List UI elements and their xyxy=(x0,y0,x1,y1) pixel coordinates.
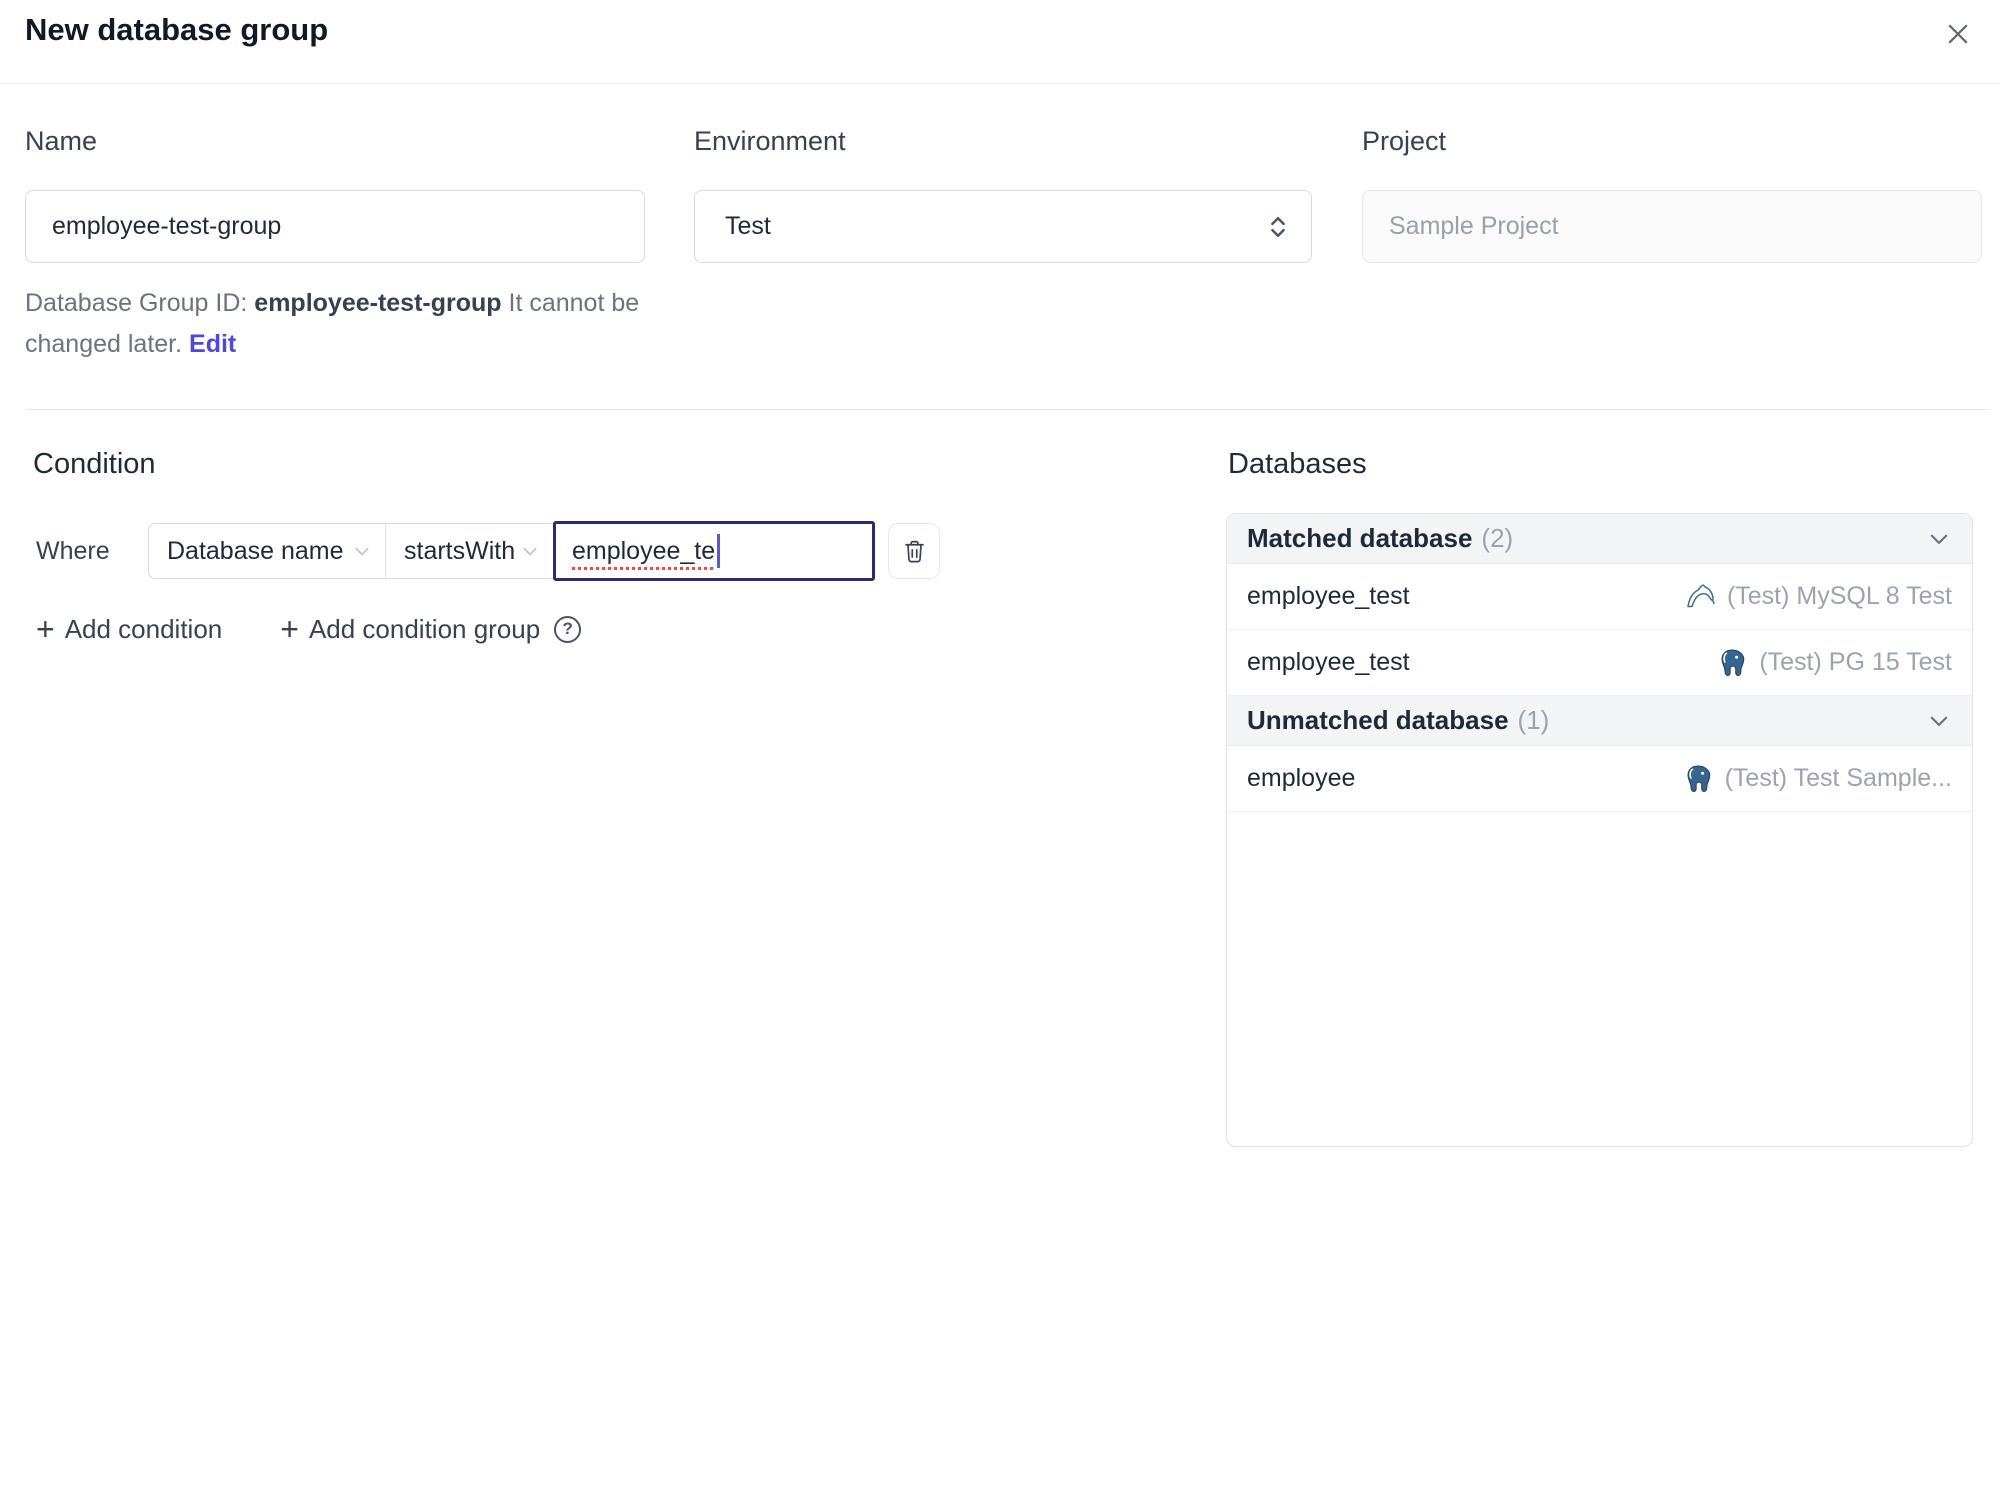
database-name: employee_test xyxy=(1247,648,1410,676)
postgresql-icon xyxy=(1716,647,1748,679)
delete-condition-button[interactable] xyxy=(888,523,940,579)
add-condition-group-label: Add condition group xyxy=(308,613,541,644)
database-instance-info: (Test) PG 15 Test xyxy=(1716,647,1952,679)
close-icon xyxy=(1943,19,1973,49)
add-condition-group-button[interactable]: + Add condition group ? xyxy=(280,611,582,647)
project-input[interactable] xyxy=(1362,190,1982,263)
new-database-group-dialog: New database group Name Environment Proj… xyxy=(0,0,2000,1500)
help-icon[interactable]: ? xyxy=(554,615,582,643)
databases-title: Databases xyxy=(1228,448,1367,480)
unmatched-database-count: (1) xyxy=(1517,705,1550,735)
chevron-down-icon xyxy=(353,542,371,560)
condition-group: Database name startsWith xyxy=(148,523,553,579)
section-divider xyxy=(25,409,1988,410)
database-instance-info: (Test) MySQL 8 Test xyxy=(1684,581,1952,613)
add-condition-button[interactable]: + Add condition xyxy=(36,613,222,645)
select-updown-icon xyxy=(1267,212,1289,242)
database-name: employee_test xyxy=(1247,582,1410,610)
project-label: Project xyxy=(1362,126,1447,156)
edit-group-id-link[interactable]: Edit xyxy=(189,330,236,358)
name-label: Name xyxy=(25,126,98,156)
unmatched-database-label: Unmatched database xyxy=(1247,705,1509,735)
matched-database-count: (2) xyxy=(1481,523,1514,553)
trash-icon xyxy=(901,538,928,565)
group-id-note: Database Group ID: employee-test-group I… xyxy=(25,283,670,365)
condition-factor-select[interactable]: Database name xyxy=(149,524,385,578)
database-row: employee_test (Test) MySQL 8 Test xyxy=(1227,564,1972,630)
condition-operator-select[interactable]: startsWith xyxy=(385,524,553,578)
database-row: employee_test (Test) PG 15 Test xyxy=(1227,630,1972,696)
matched-database-label: Matched database xyxy=(1247,523,1473,553)
condition-value-text: employee_te xyxy=(572,536,716,565)
mysql-icon xyxy=(1684,581,1716,613)
plus-icon: + xyxy=(280,611,299,647)
chevron-down-icon xyxy=(1926,526,1952,552)
text-caret xyxy=(717,534,721,568)
database-instance: (Test) Test Sample... xyxy=(1724,764,1952,792)
database-instance: (Test) PG 15 Test xyxy=(1759,648,1952,676)
database-instance: (Test) MySQL 8 Test xyxy=(1726,582,1952,610)
plus-icon: + xyxy=(36,611,55,647)
add-condition-label: Add condition xyxy=(64,613,223,644)
name-input[interactable] xyxy=(25,190,645,263)
condition-title: Condition xyxy=(33,448,156,480)
database-name: employee xyxy=(1247,764,1356,792)
database-row: employee (Test) Test Sample... xyxy=(1227,746,1972,812)
dialog-title: New database group xyxy=(25,12,329,47)
environment-select[interactable]: Test xyxy=(694,190,1312,263)
condition-row: Where Database name startsWith employee_… xyxy=(36,521,940,581)
condition-factor-value: Database name xyxy=(167,536,344,565)
condition-value-input[interactable]: employee_te xyxy=(553,521,875,581)
close-button[interactable] xyxy=(1938,14,1978,54)
group-id-value: employee-test-group xyxy=(254,289,502,317)
databases-panel: Matched database (2) employee_test (Test… xyxy=(1226,513,1973,1147)
header-divider xyxy=(0,83,2000,84)
group-id-note-prefix: Database Group ID: xyxy=(25,289,255,317)
environment-selected-value: Test xyxy=(725,212,771,240)
postgresql-icon xyxy=(1682,763,1714,795)
unmatched-database-header[interactable]: Unmatched database (1) xyxy=(1227,696,1972,746)
chevron-down-icon xyxy=(1926,708,1952,734)
where-label: Where xyxy=(36,536,110,565)
condition-operator-value: startsWith xyxy=(404,536,516,565)
matched-database-header[interactable]: Matched database (2) xyxy=(1227,514,1972,564)
condition-actions: + Add condition + Add condition group ? xyxy=(36,604,582,654)
environment-label: Environment xyxy=(694,126,846,156)
chevron-down-icon xyxy=(521,542,539,560)
database-instance-info: (Test) Test Sample... xyxy=(1682,763,1952,795)
